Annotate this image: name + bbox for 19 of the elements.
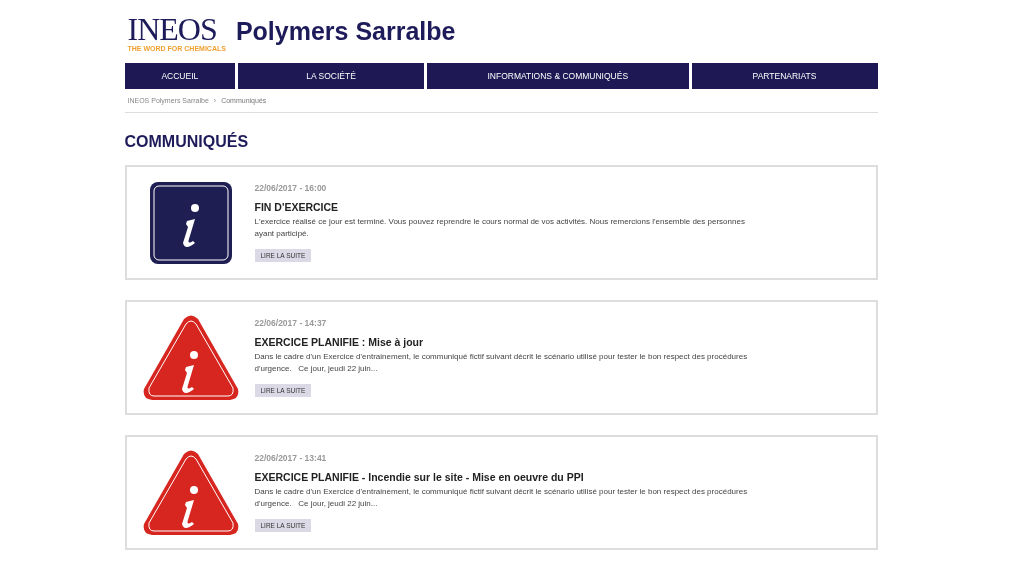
communique-title: EXERCICE PLANIFIE - Incendie sur le site - Mise en oeuvre du PPI (254, 471, 584, 483)
nav-item[interactable]: INFORMATIONS & COMMUNIQUÉS (427, 63, 689, 89)
communique-excerpt: Dans le cadre d'un Exercice d'entrainement, le communiqué fictif suivant décrit le scénario utilisé pour tester le bon respect des procédures d'urgence. Ce jour, jeudi 22 juin... (254, 486, 749, 510)
site-title: Polymers Sarralbe (235, 17, 456, 46)
nav-item[interactable]: PARTENARIATS (691, 63, 878, 89)
warning-icon (141, 449, 240, 536)
warning-icon (141, 314, 240, 401)
nav-item[interactable]: ACCUEIL (124, 63, 236, 89)
logo-wordmark: INEOS (127, 14, 217, 44)
communique-excerpt: L'exercice réalisé ce jour est terminé. Vous pouvez reprendre le cours normal de vos activités. Nous remercions l'ensemble des personnes ayant participé. (254, 216, 746, 240)
communique-date: 22/06/2017 - 14:37 (254, 318, 327, 328)
info-icon (148, 180, 233, 265)
communique-title: FIN D'EXERCICE (254, 201, 339, 213)
communique-excerpt: Dans le cadre d'un Exercice d'entrainement, le communiqué fictif suivant décrit le scénario utilisé pour tester le bon respect des procédures d'urgence. Ce jour, jeudi 22 juin... (254, 351, 749, 375)
communique-date: 22/06/2017 - 13:41 (254, 453, 327, 463)
nav-item[interactable]: LA SOCIÉTÉ (238, 63, 425, 89)
page-title: COMMUNIQUÉS (124, 133, 250, 151)
communique-title: EXERCICE PLANIFIE : Mise à jour (254, 336, 424, 348)
communique-date: 22/06/2017 - 16:00 (254, 183, 327, 193)
